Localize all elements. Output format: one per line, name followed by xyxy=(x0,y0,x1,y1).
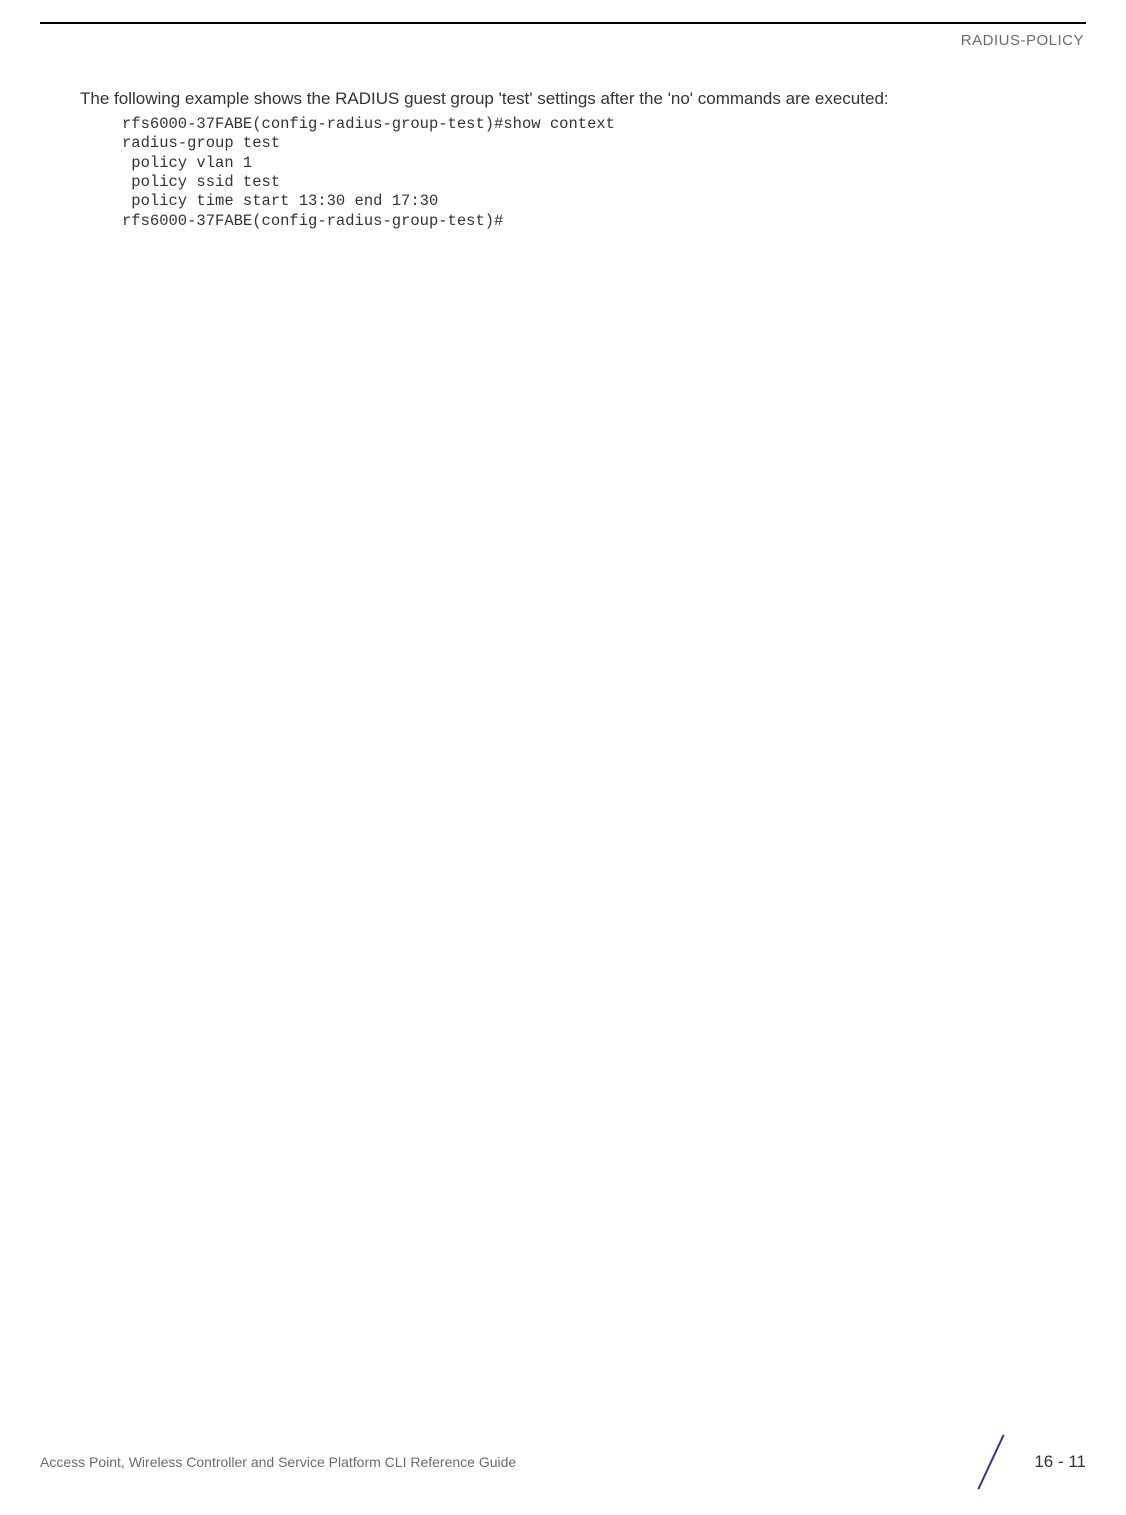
code-line: rfs6000-37FABE(config-radius-group-test)… xyxy=(122,115,615,133)
code-example: rfs6000-37FABE(config-radius-group-test)… xyxy=(122,115,1046,231)
footer-slash-icon xyxy=(966,1437,1016,1487)
intro-paragraph: The following example shows the RADIUS g… xyxy=(80,88,1046,111)
footer-right-group: 16 - 11 xyxy=(966,1437,1086,1487)
code-line: policy ssid test xyxy=(122,173,280,191)
header-divider xyxy=(40,22,1086,24)
page-content: The following example shows the RADIUS g… xyxy=(80,88,1046,231)
page-number: 16 - 11 xyxy=(1034,1452,1086,1472)
code-line: rfs6000-37FABE(config-radius-group-test)… xyxy=(122,212,503,230)
footer-guide-title: Access Point, Wireless Controller and Se… xyxy=(40,1454,516,1470)
code-line: policy time start 13:30 end 17:30 xyxy=(122,192,438,210)
code-line: policy vlan 1 xyxy=(122,154,252,172)
page-footer: Access Point, Wireless Controller and Se… xyxy=(40,1437,1086,1487)
code-line: radius-group test xyxy=(122,134,280,152)
header-section-title: RADIUS-POLICY xyxy=(961,32,1084,49)
